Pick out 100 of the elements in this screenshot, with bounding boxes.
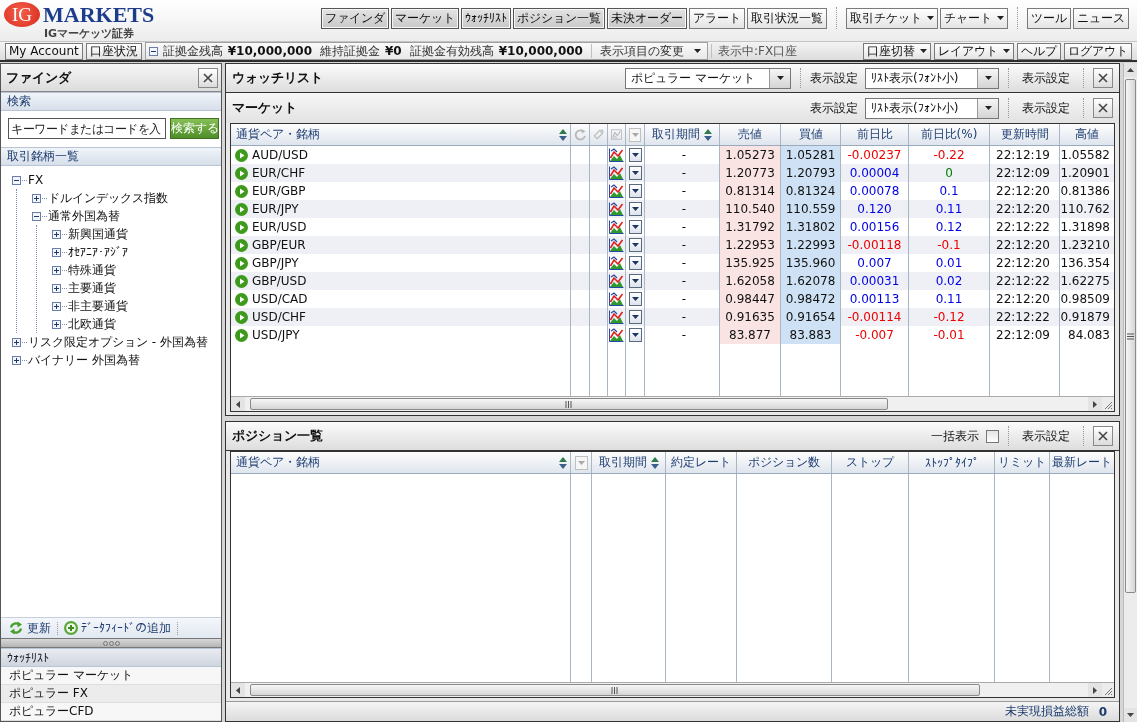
close-button[interactable]	[1093, 426, 1113, 446]
sort-icon[interactable]	[559, 128, 567, 141]
tree-item[interactable]: ドルインデックス指数	[48, 190, 168, 206]
close-button[interactable]	[1093, 98, 1113, 118]
close-button[interactable]	[1093, 68, 1113, 88]
plus-box-icon[interactable]	[12, 337, 21, 347]
dropdown-button[interactable]	[628, 184, 642, 198]
tree-item[interactable]: 主要通貨	[68, 280, 116, 296]
tree-item[interactable]: ｵｾｱﾆｱ･ｱｼﾞｱ	[68, 244, 128, 260]
nav-button[interactable]: 未決オーダー	[607, 7, 687, 29]
table-row[interactable]: USD/CHF - 0.91635 0.91654 -0.00114 -0.12 22:12:22 0.91879	[231, 308, 1114, 326]
line-chart-icon[interactable]	[609, 292, 624, 306]
tree-item[interactable]: バイナリー 外国為替	[28, 352, 140, 368]
play-icon[interactable]	[235, 256, 248, 270]
sort-icon[interactable]	[650, 456, 659, 469]
toolbar-button[interactable]: ヘルプ	[1017, 42, 1061, 60]
line-chart-icon[interactable]	[609, 184, 624, 198]
tree-item[interactable]: 特殊通貨	[68, 262, 116, 278]
play-icon[interactable]	[235, 310, 248, 324]
toolbar-button[interactable]: 更新	[6, 619, 53, 637]
sort-icon[interactable]	[559, 456, 567, 469]
plus-box-icon[interactable]	[12, 355, 21, 365]
tree-item[interactable]: 新興国通貨	[68, 226, 128, 242]
column-header[interactable]: 通貨ペア・銘柄	[236, 126, 320, 143]
view-dropdown[interactable]: ﾘｽﾄ表示(ﾌｫﾝﾄ小)	[865, 97, 999, 119]
dropdown-button[interactable]	[628, 328, 642, 342]
nav-button[interactable]: ファインダ	[321, 7, 389, 29]
settings-button[interactable]: 表示設定	[1018, 427, 1074, 445]
toolbar-button[interactable]: ログアウト	[1064, 42, 1132, 60]
close-button[interactable]	[198, 67, 218, 88]
scroll-left-button[interactable]	[231, 397, 245, 411]
toolbar-button[interactable]: ﾃﾞｰﾀﾌｨｰﾄﾞの追加	[62, 619, 173, 637]
settings-button[interactable]: 表示設定	[1018, 69, 1074, 87]
line-chart-icon[interactable]	[609, 256, 624, 270]
nav-button[interactable]: マーケット	[391, 7, 459, 29]
nav-button[interactable]: ツール	[1027, 7, 1071, 29]
account-button[interactable]: My Account	[5, 42, 83, 60]
search-field[interactable]: キーワードまたはコードを入	[8, 118, 166, 139]
line-chart-icon[interactable]	[609, 148, 624, 162]
scroll-right-button[interactable]	[1088, 683, 1102, 697]
minus-box-icon[interactable]	[12, 175, 21, 185]
watchlist-item[interactable]: ポピュラーCFD	[1, 703, 221, 721]
scrollbar-thumb[interactable]	[250, 684, 980, 696]
line-chart-icon[interactable]	[609, 166, 624, 180]
checkbox[interactable]	[986, 429, 999, 443]
play-icon[interactable]	[235, 238, 248, 252]
line-chart-icon[interactable]	[609, 328, 624, 342]
scroll-right-button[interactable]	[1088, 397, 1102, 411]
nav-button[interactable]: 取引状況一覧	[747, 7, 827, 29]
table-row[interactable]: EUR/JPY - 110.540 110.559 0.120 0.11 22:12:20 110.762	[231, 200, 1114, 218]
plus-box-icon[interactable]	[52, 265, 61, 275]
view-dropdown[interactable]: ﾘｽﾄ表示(ﾌｫﾝﾄ小)	[865, 67, 999, 89]
watchlist-item[interactable]: ポピュラー FX	[1, 685, 221, 703]
minus-box-icon[interactable]	[148, 46, 158, 56]
play-icon[interactable]	[235, 274, 248, 288]
scroll-left-button[interactable]	[231, 683, 245, 697]
menu-button[interactable]: 取引チケット	[846, 7, 938, 29]
line-chart-icon[interactable]	[609, 238, 624, 252]
dropdown-button[interactable]	[628, 292, 642, 306]
line-chart-icon[interactable]	[609, 310, 624, 324]
column-header[interactable]: 通貨ペア・銘柄	[236, 454, 320, 471]
dropdown-button[interactable]	[628, 256, 642, 270]
tree-item[interactable]: 北欧通貨	[68, 316, 116, 332]
menu-button[interactable]: チャート	[940, 7, 1008, 29]
dropdown-button[interactable]	[628, 220, 642, 234]
column-header[interactable]: 取引期間	[598, 454, 647, 471]
nav-button[interactable]: ポジション一覧	[513, 7, 605, 29]
line-chart-icon[interactable]	[609, 274, 624, 288]
settings-button[interactable]: 表示設定	[1018, 99, 1074, 117]
plus-box-icon[interactable]	[52, 319, 61, 329]
menu-button[interactable]: 口座切替	[863, 42, 931, 60]
watchlist-item[interactable]: ポピュラー マーケット	[1, 667, 221, 685]
line-chart-icon[interactable]	[609, 220, 624, 234]
line-chart-icon[interactable]	[609, 202, 624, 216]
nav-button[interactable]: ニュース	[1073, 7, 1129, 29]
dropdown-button[interactable]	[628, 238, 642, 252]
account-button[interactable]: 口座状況	[85, 42, 142, 60]
dropdown-button[interactable]	[628, 166, 642, 180]
scroll-down-button[interactable]	[1124, 708, 1137, 722]
nav-button[interactable]: ｳｫｯﾁﾘｽﾄ	[461, 7, 511, 29]
dropdown-button[interactable]	[628, 202, 642, 216]
play-icon[interactable]	[235, 292, 248, 306]
scrollbar-thumb[interactable]	[250, 398, 888, 410]
fields-dropdown[interactable]: 表示項目の変更	[596, 42, 704, 60]
dropdown-button[interactable]	[628, 274, 642, 288]
tree-item[interactable]: FX	[28, 172, 44, 188]
play-icon[interactable]	[235, 184, 248, 198]
menu-button[interactable]: レイアウト	[934, 42, 1014, 60]
resize-handle-icon[interactable]	[102, 640, 120, 646]
play-icon[interactable]	[235, 202, 248, 216]
tree-item[interactable]: 非主要通貨	[68, 298, 128, 314]
tree-item[interactable]: 通常外国為替	[48, 208, 120, 224]
play-icon[interactable]	[235, 166, 248, 180]
play-icon[interactable]	[235, 148, 248, 162]
column-header[interactable]: 取引期間	[652, 126, 700, 143]
minus-box-icon[interactable]	[32, 211, 41, 221]
table-row[interactable]: EUR/CHF - 1.20773 1.20793 0.00004 0 22:12:09 1.20901	[231, 164, 1114, 182]
scroll-up-button[interactable]	[1124, 63, 1137, 77]
plus-box-icon[interactable]	[52, 229, 61, 239]
table-row[interactable]: GBP/USD - 1.62058 1.62078 0.00031 0.02 22:12:22 1.62275	[231, 272, 1114, 290]
